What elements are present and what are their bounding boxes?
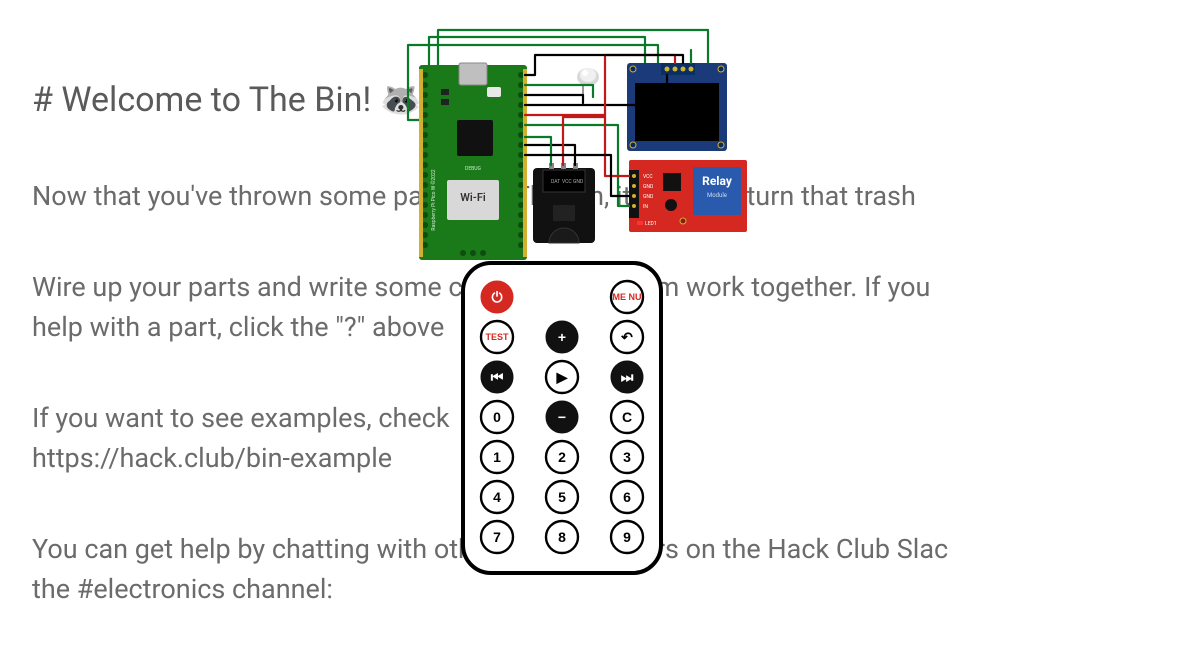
n6-label: 6 [623, 489, 631, 505]
wifi-label: Wi-Fi [460, 191, 486, 204]
ir-pin-dat: DAT [551, 179, 560, 185]
example-link[interactable]: https://hack.club/bin-example [32, 442, 392, 474]
back-icon: ↶ [620, 329, 633, 345]
ir-pin-gnd: GND [573, 179, 583, 185]
play-icon: ▶ [556, 369, 569, 385]
relay-module: Relay Module VCC GND GND IN LED1 [629, 160, 747, 232]
ir-receiver: DAT VCC GND [533, 163, 595, 243]
paragraph-3-line-1: If you want to see examples, check [32, 402, 450, 434]
n5-label: 5 [558, 489, 566, 505]
pico-debug-label: DEBUG [465, 166, 481, 172]
relay-pin-in: IN [643, 204, 648, 210]
next-icon: ⏭ [621, 369, 634, 385]
pico-board-label: Raspberry Pi Pico W ©2022 [430, 169, 437, 230]
test-label: TEST [485, 332, 509, 342]
n2-label: 2 [558, 449, 566, 465]
paragraph-4-line-2: the #electronics channel: [32, 573, 333, 605]
relay-pin-gnd2: GND [643, 194, 653, 200]
ir-remote: ⏻ ME NU TEST + ↶ ⏮ ▶ ⏭ 0 − C 1 2 3 4 5 [463, 263, 661, 573]
relay-pin-gnd1: GND [643, 184, 653, 190]
circuit-diagram: Wi-Fi Raspberry Pi Pico W ©2022 DEBUG [405, 25, 865, 585]
prev-icon: ⏮ [491, 369, 504, 385]
n4-label: 4 [493, 489, 501, 505]
c-label: C [622, 409, 632, 425]
relay-label: Relay [702, 174, 733, 188]
minus-icon: − [558, 409, 566, 425]
zero-label: 0 [493, 409, 501, 425]
relay-sublabel: Module [707, 192, 727, 199]
n1-label: 1 [493, 449, 501, 465]
paragraph-2-line-2: help with a part, click the "?" above [32, 311, 444, 343]
relay-led-label: LED1 [645, 221, 657, 227]
n8-label: 8 [558, 529, 566, 545]
n7-label: 7 [493, 529, 501, 545]
n9-label: 9 [623, 529, 631, 545]
ir-pin-vcc: VCC [562, 179, 572, 185]
n3-label: 3 [623, 449, 631, 465]
power-icon: ⏻ [491, 289, 502, 305]
relay-pin-vcc: VCC [643, 174, 653, 180]
oled-display [627, 63, 727, 151]
plus-icon: + [558, 329, 566, 345]
raspberry-pi-pico-w: Wi-Fi Raspberry Pi Pico W ©2022 DEBUG [419, 63, 527, 260]
menu-label: ME NU [613, 292, 642, 302]
